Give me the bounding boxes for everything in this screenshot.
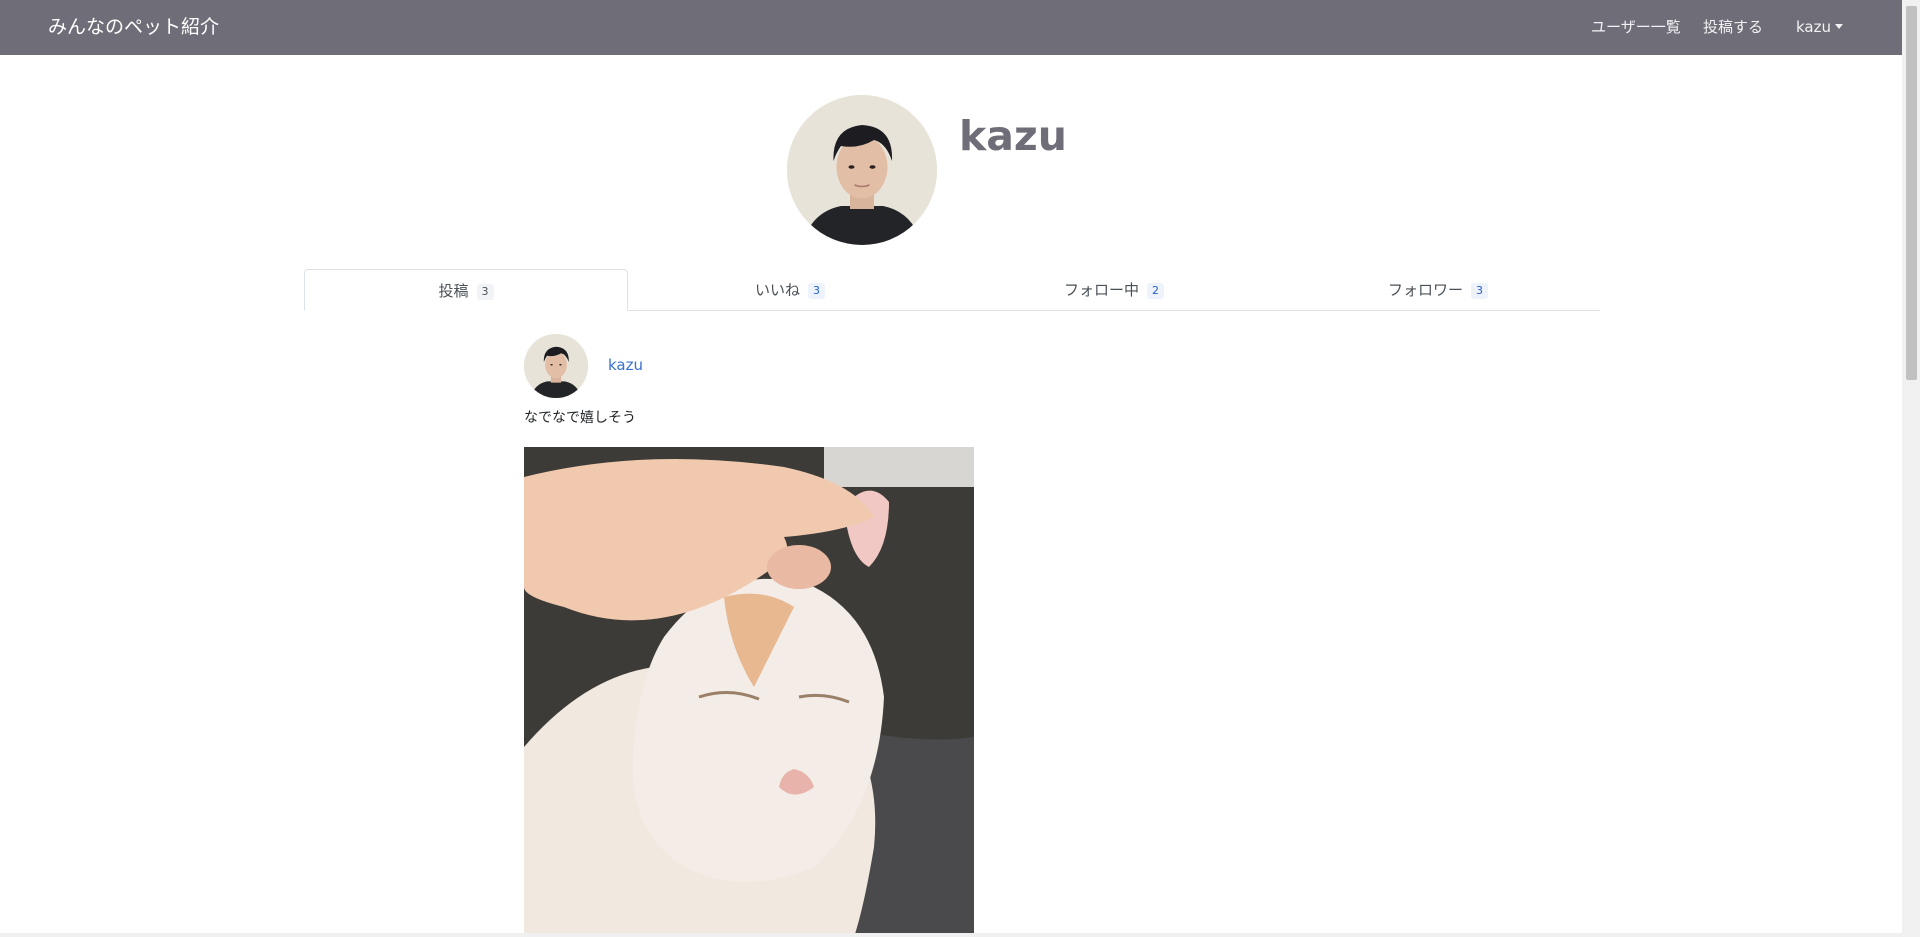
navbar: みんなのペット紹介 ユーザー一覧 投稿する kazu (0, 0, 1902, 55)
count-badge: 3 (476, 284, 494, 300)
chevron-down-icon (1835, 24, 1843, 29)
nav-post-link[interactable]: 投稿する (1703, 0, 1763, 55)
tab-following[interactable]: フォロー中 2 (952, 269, 1276, 311)
scrollbar-thumb[interactable] (1906, 6, 1917, 380)
profile-name: kazu (959, 112, 1067, 160)
nav-users-link[interactable]: ユーザー一覧 (1591, 0, 1681, 55)
person-photo-icon (787, 95, 937, 245)
count-badge: 3 (808, 283, 825, 299)
tab-label: いいね (754, 281, 800, 299)
account-name: kazu (1796, 18, 1831, 36)
tab-likes[interactable]: いいね 3 (628, 269, 952, 311)
post-image (524, 447, 974, 937)
post-user-link[interactable]: kazu (608, 355, 643, 375)
tab-posts[interactable]: 投稿 3 (304, 269, 628, 311)
count-badge: 2 (1147, 283, 1164, 299)
tab-followers[interactable]: フォロワー 3 (1276, 269, 1600, 311)
page-scrollbar[interactable] (1902, 0, 1920, 937)
post-user-avatar[interactable] (524, 334, 588, 398)
account-dropdown[interactable]: kazu (1796, 0, 1843, 55)
post-text: なでなで嬉しそう (524, 410, 636, 426)
person-photo-icon (524, 334, 588, 398)
tab-label: フォロー中 (1063, 281, 1139, 299)
brand-link[interactable]: みんなのペット紹介 (48, 0, 219, 55)
cat-photo-icon (524, 447, 974, 937)
count-badge: 3 (1471, 283, 1488, 299)
window-bottom-edge (0, 933, 1902, 937)
tab-label: 投稿 (438, 282, 469, 300)
tab-label: フォロワー (1387, 281, 1463, 299)
profile-avatar (787, 95, 937, 245)
